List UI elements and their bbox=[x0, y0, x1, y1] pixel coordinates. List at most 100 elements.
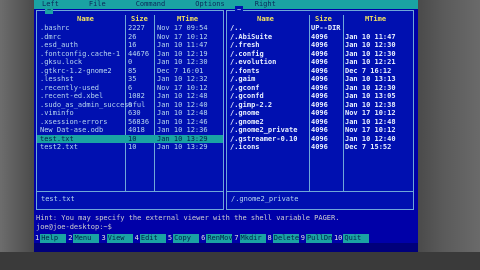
left-file-list: .bashrc 2227 Nov 17 09:54 .dmrc 26 Nov 17 10:… bbox=[37, 24, 223, 152]
file-name: .recently-used bbox=[40, 83, 100, 92]
file-row[interactable]: /.config 4096 Jan 10 12:30 bbox=[227, 50, 413, 59]
file-row[interactable]: test.txt 10 Jan 10 13:29 bbox=[37, 134, 223, 143]
header-mtime[interactable]: MTime bbox=[365, 15, 386, 24]
file-row[interactable]: .viminfo 630 Jan 10 12:48 bbox=[37, 109, 223, 118]
file-row[interactable]: New Dat-ase.odb 4018 Jan 10 12:36 bbox=[37, 126, 223, 135]
file-row[interactable]: /.AbiSuite 4096 Jan 10 11:47 bbox=[227, 33, 413, 42]
file-mtime: Jan 10 13:29 bbox=[157, 143, 208, 151]
file-name: .lesshst bbox=[40, 75, 74, 83]
header-size[interactable]: Size bbox=[131, 15, 148, 24]
right-mini-status: /.gnome2_private bbox=[231, 195, 299, 203]
fkey-help[interactable]: 1 Help bbox=[34, 233, 67, 243]
file-size: 1082 bbox=[128, 92, 145, 100]
left-panel[interactable]: ~ Name Size MTime .bashrc 2227 Nov 17 09:5… bbox=[36, 6, 224, 210]
file-mtime: Jan 10 12:30 bbox=[157, 58, 208, 66]
fkey-label: RenMov bbox=[206, 233, 233, 243]
file-mtime: Nov 17 10:12 bbox=[157, 32, 208, 41]
file-size: 4096 bbox=[311, 49, 328, 58]
file-name: /.gconf bbox=[230, 83, 260, 92]
right-file-list: /.. UP--DIR/.AbiSuite 4096 Jan 10 11:47/.fr… bbox=[227, 24, 413, 152]
file-row[interactable]: .recently-used 6 Nov 17 10:12 bbox=[37, 84, 223, 93]
file-size: UP--DIR bbox=[311, 24, 341, 32]
file-row[interactable]: /.gconf 4096 Jan 10 12:30 bbox=[227, 84, 413, 93]
fkey-menu[interactable]: 2 Menu bbox=[67, 233, 100, 243]
menu-right[interactable]: Right bbox=[255, 0, 276, 9]
file-name: .bashrc bbox=[40, 24, 70, 32]
file-mtime: Jan 10 12:36 bbox=[157, 126, 208, 134]
file-mtime: Jan 10 12:40 bbox=[157, 100, 208, 109]
file-row[interactable]: /.gaim 4096 Jan 10 13:13 bbox=[227, 75, 413, 84]
file-size: 4096 bbox=[311, 134, 328, 143]
file-name: .gtkrc-1.2-gnome2 bbox=[40, 66, 112, 75]
fkey-edit[interactable]: 4 Edit bbox=[134, 233, 166, 243]
fkey-quit[interactable]: 10 Quit bbox=[333, 233, 370, 243]
file-row[interactable]: .xsession-errors 56836 Jan 10 12:46 bbox=[37, 118, 223, 127]
fkey-label: Delete bbox=[272, 233, 300, 243]
file-mtime: Nov 17 10:12 bbox=[345, 126, 396, 134]
file-size: 4096 bbox=[311, 83, 328, 92]
fkey-label: PullDn bbox=[305, 233, 333, 243]
file-row[interactable]: .sudo_as_admin_successful 0 Jan 10 12:40 bbox=[37, 101, 223, 110]
right-panel[interactable]: ~ Name Size MTime /.. UP--DIR /.AbiSuite 40… bbox=[226, 6, 414, 210]
fkey-renmov[interactable]: 6 RenMov bbox=[200, 233, 233, 243]
fkey-view[interactable]: 3 View bbox=[100, 233, 133, 243]
file-name: /.config bbox=[230, 49, 264, 58]
file-mtime: Jan 10 12:48 bbox=[157, 92, 208, 100]
file-mtime: Jan 10 12:40 bbox=[345, 134, 396, 143]
fkey-label: Menu bbox=[73, 233, 100, 243]
file-row[interactable]: .gtkrc-1.2-gnome2 85 Dec 7 16:01 bbox=[37, 67, 223, 76]
file-row[interactable]: .esd_auth 16 Jan 10 11:47 bbox=[37, 41, 223, 50]
file-row[interactable]: .gksu.lock 0 Jan 10 12:30 bbox=[37, 58, 223, 67]
fkey-label: Edit bbox=[139, 233, 166, 243]
file-row[interactable]: /.icons 4096 Dec 7 15:52 bbox=[227, 143, 413, 152]
file-mtime: Dec 7 16:01 bbox=[157, 66, 204, 75]
header-name[interactable]: Name bbox=[257, 15, 274, 24]
file-row[interactable]: test2.txt 10 Jan 10 13:29 bbox=[37, 143, 223, 152]
file-row[interactable]: /.gnome2_private 4096 Nov 17 10:12 bbox=[227, 126, 413, 135]
file-row[interactable]: .fontconfig.cache-1 44676 Jan 10 12:19 bbox=[37, 50, 223, 59]
terminal-window[interactable]: Left File Command Options Right ~ Name S… bbox=[34, 0, 418, 252]
file-name: /.. bbox=[230, 24, 243, 32]
fkey-pulldn[interactable]: 9 PullDn bbox=[300, 233, 332, 243]
menu-file[interactable]: File bbox=[89, 0, 106, 9]
file-row[interactable]: .lesshst 35 Jan 10 12:32 bbox=[37, 75, 223, 84]
file-name: .gksu.lock bbox=[40, 58, 83, 66]
file-mtime: Jan 10 11:47 bbox=[157, 41, 208, 49]
file-size: 4096 bbox=[311, 109, 328, 117]
file-row[interactable]: /.fresh 4096 Jan 10 12:30 bbox=[227, 41, 413, 50]
file-row[interactable]: /.evolution 4096 Jan 10 12:21 bbox=[227, 58, 413, 67]
header-size[interactable]: Size bbox=[315, 15, 332, 24]
file-row[interactable]: /.. UP--DIR bbox=[227, 24, 413, 33]
fkey-mkdir[interactable]: 7 Mkdir bbox=[233, 233, 266, 243]
file-mtime: Nov 17 09:54 bbox=[157, 24, 208, 32]
monitor-bezel-bottom bbox=[0, 252, 480, 270]
menu-command[interactable]: Command bbox=[136, 0, 166, 9]
file-name: test2.txt bbox=[40, 143, 78, 151]
file-row[interactable]: .dmrc 26 Nov 17 10:12 bbox=[37, 33, 223, 42]
file-row[interactable]: .recent-ed.xbel 1082 Jan 10 12:48 bbox=[37, 92, 223, 101]
file-mtime: Nov 17 10:12 bbox=[345, 109, 396, 117]
file-name: /.gconfd bbox=[230, 92, 264, 100]
left-column-headers: Name Size MTime bbox=[37, 15, 223, 24]
file-row[interactable]: /.gstreamer-0.10 4096 Jan 10 12:40 bbox=[227, 135, 413, 144]
file-row[interactable]: /.fonts 4096 Dec 7 16:12 bbox=[227, 67, 413, 76]
file-mtime: Jan 10 12:19 bbox=[157, 49, 208, 58]
fkey-label: Mkdir bbox=[239, 233, 266, 243]
file-size: 4096 bbox=[311, 32, 328, 41]
fkey-delete[interactable]: 8 Delete bbox=[267, 233, 299, 243]
header-name[interactable]: Name bbox=[77, 15, 94, 24]
file-mtime: Jan 10 12:46 bbox=[157, 117, 208, 126]
file-size: 10 bbox=[128, 143, 137, 151]
file-name: /.gnome bbox=[230, 109, 260, 117]
file-name: .dmrc bbox=[40, 32, 62, 41]
file-row[interactable]: /.gconfd 4096 Jan 10 13:05 bbox=[227, 92, 413, 101]
file-row[interactable]: /.gimp-2.2 4096 Jan 10 12:38 bbox=[227, 101, 413, 110]
header-mtime[interactable]: MTime bbox=[177, 15, 198, 24]
shell-prompt[interactable]: joe@joe-desktop:~$ bbox=[36, 223, 112, 232]
fkey-copy[interactable]: 5 Copy bbox=[167, 233, 200, 243]
file-size: 44676 bbox=[128, 49, 150, 58]
file-row[interactable]: /.gnome2 4096 Jan 10 12:48 bbox=[227, 118, 413, 127]
file-row[interactable]: .bashrc 2227 Nov 17 09:54 bbox=[37, 24, 223, 33]
menu-options[interactable]: Options bbox=[195, 0, 225, 9]
file-row[interactable]: /.gnome 4096 Nov 17 10:12 bbox=[227, 109, 413, 118]
